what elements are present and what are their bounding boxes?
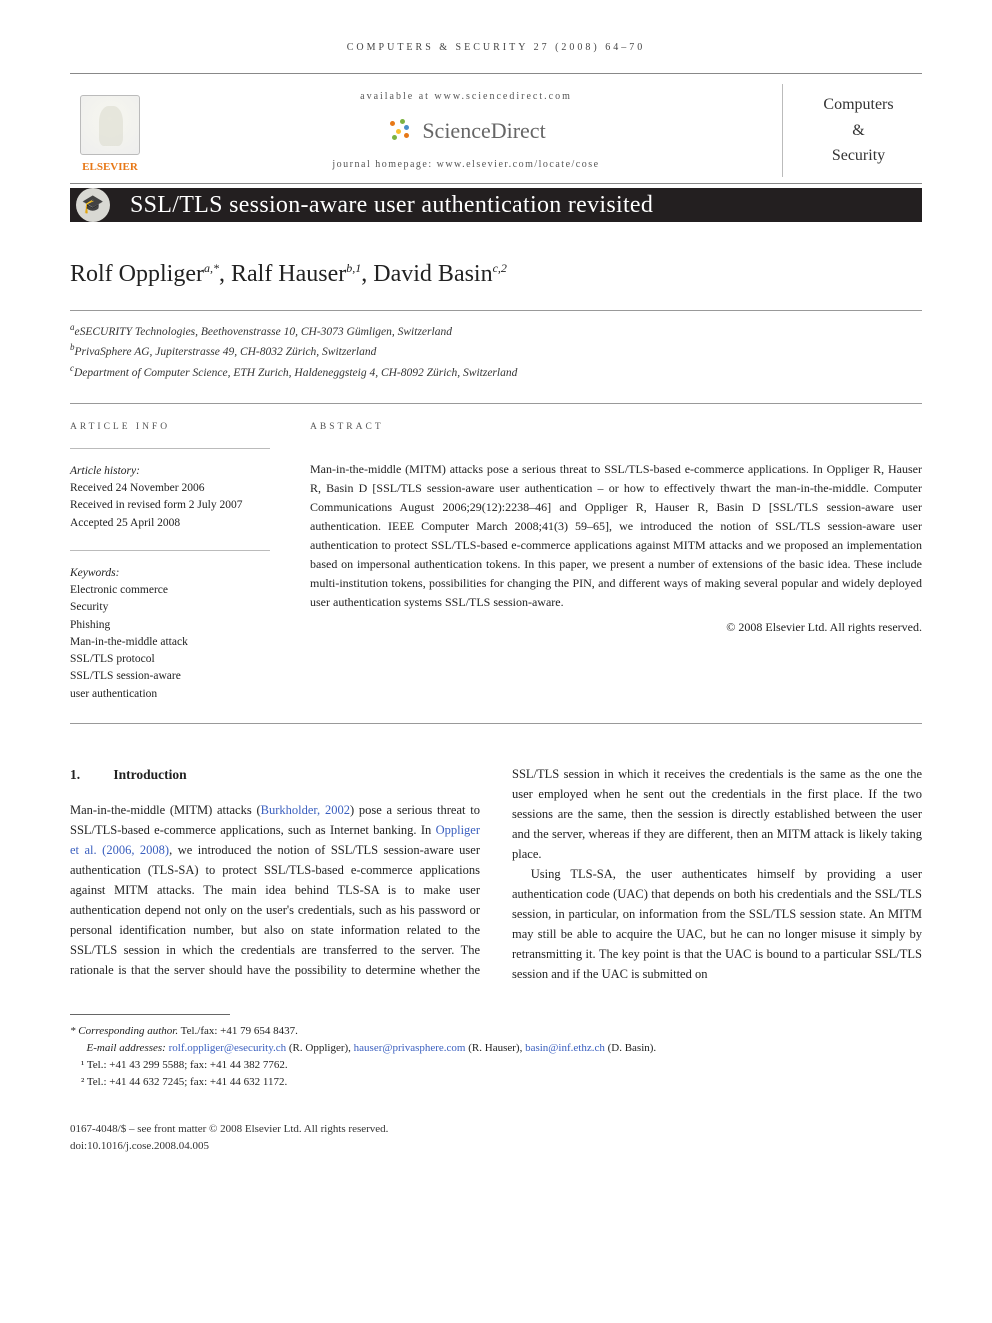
- affiliations: aeSECURITY Technologies, Beethovenstrass…: [70, 321, 922, 383]
- section-title: Introduction: [113, 767, 186, 782]
- abstract-copyright: © 2008 Elsevier Ltd. All rights reserved…: [310, 618, 922, 636]
- body-paragraph: Using TLS-SA, the user authenticates him…: [512, 864, 922, 984]
- section-number: 1.: [70, 764, 110, 786]
- history-label: Article history:: [70, 463, 270, 480]
- keyword: SSL/TLS session-aware: [70, 668, 270, 685]
- abstract-heading: ABSTRACT: [310, 420, 922, 434]
- affiliation-c: cDepartment of Computer Science, ETH Zur…: [70, 362, 922, 383]
- author-3: David Basinc,2: [373, 261, 507, 287]
- article-type-badge-icon: 🎓: [76, 188, 110, 222]
- abstract-column: ABSTRACT Man-in-the-middle (MITM) attack…: [310, 420, 922, 703]
- section-heading-1: 1. Introduction: [70, 764, 480, 786]
- sciencedirect-logo: ScienceDirect: [386, 114, 545, 147]
- keyword: user authentication: [70, 686, 270, 703]
- footnote-tel-2: ² Tel.: +41 44 632 7245; fax: +41 44 632…: [70, 1074, 922, 1091]
- journal-name-line1: Computers: [795, 92, 922, 118]
- authors-block: Rolf Oppligera,*, Ralf Hauserb,1, David …: [70, 250, 922, 311]
- page-footer: 0167-4048/$ – see front matter © 2008 El…: [70, 1121, 922, 1154]
- journal-name-line2: &: [795, 118, 922, 144]
- abstract-text: Man-in-the-middle (MITM) attacks pose a …: [310, 460, 922, 612]
- title-bar: 🎓 SSL/TLS session-aware user authenticat…: [70, 188, 922, 222]
- email-link[interactable]: hauser@privasphere.com: [354, 1042, 466, 1054]
- email-link[interactable]: basin@inf.ethz.ch: [525, 1042, 605, 1054]
- journal-homepage-text: journal homepage: www.elsevier.com/locat…: [168, 157, 764, 172]
- citation-link[interactable]: Burkholder, 2002: [261, 803, 350, 817]
- elsevier-logo: ELSEVIER: [70, 85, 150, 175]
- footnotes-block: * Corresponding author. Tel./fax: +41 79…: [70, 1023, 922, 1091]
- affiliation-b: bPrivaSphere AG, Jupiterstrasse 49, CH-8…: [70, 341, 922, 362]
- history-received: Received 24 November 2006: [70, 480, 270, 497]
- front-matter-line: 0167-4048/$ – see front matter © 2008 El…: [70, 1121, 922, 1138]
- journal-name-line3: Security: [795, 143, 922, 169]
- author-2: Ralf Hauserb,1: [231, 261, 361, 287]
- banner-center: available at www.sciencedirect.com Scien…: [168, 89, 764, 172]
- history-revised: Received in revised form 2 July 2007: [70, 497, 270, 514]
- article-history: Article history: Received 24 November 20…: [70, 463, 270, 532]
- keyword: Electronic commerce: [70, 582, 270, 599]
- available-at-text: available at www.sciencedirect.com: [168, 89, 764, 104]
- article-body: 1. Introduction Man-in-the-middle (MITM)…: [70, 764, 922, 984]
- elsevier-tree-icon: [80, 95, 140, 155]
- keyword: Phishing: [70, 617, 270, 634]
- journal-banner: ELSEVIER available at www.sciencedirect.…: [70, 73, 922, 184]
- divider: [70, 550, 270, 551]
- keyword: Security: [70, 599, 270, 616]
- footnote-separator: [70, 1014, 230, 1015]
- article-info-column: ARTICLE INFO Article history: Received 2…: [70, 420, 270, 703]
- sciencedirect-dots-icon: [386, 119, 416, 141]
- keywords-block: Keywords: Electronic commerce Security P…: [70, 565, 270, 703]
- article-meta-row: ARTICLE INFO Article history: Received 2…: [70, 403, 922, 724]
- footnote-tel-1: ¹ Tel.: +41 43 299 5588; fax: +41 44 382…: [70, 1057, 922, 1074]
- doi-line: doi:10.1016/j.cose.2008.04.005: [70, 1138, 922, 1155]
- keyword: Man-in-the-middle attack: [70, 634, 270, 651]
- article-info-heading: ARTICLE INFO: [70, 420, 270, 434]
- emails-footnote: E-mail addresses: rolf.oppliger@esecurit…: [70, 1040, 922, 1057]
- email-link[interactable]: rolf.oppliger@esecurity.ch: [169, 1042, 287, 1054]
- divider: [70, 448, 270, 449]
- journal-name-box: Computers & Security: [782, 84, 922, 177]
- keyword: SSL/TLS protocol: [70, 651, 270, 668]
- author-1: Rolf Oppligera,*: [70, 261, 219, 287]
- corresponding-author-footnote: * Corresponding author. Tel./fax: +41 79…: [70, 1023, 922, 1040]
- affiliation-a: aeSECURITY Technologies, Beethovenstrass…: [70, 321, 922, 342]
- keywords-label: Keywords:: [70, 565, 270, 582]
- elsevier-logo-text: ELSEVIER: [82, 159, 138, 176]
- sciencedirect-brand-text: ScienceDirect: [422, 114, 545, 147]
- running-head: COMPUTERS & SECURITY 27 (2008) 64–70: [70, 40, 922, 55]
- article-title: SSL/TLS session-aware user authenticatio…: [130, 187, 653, 223]
- history-accepted: Accepted 25 April 2008: [70, 515, 270, 532]
